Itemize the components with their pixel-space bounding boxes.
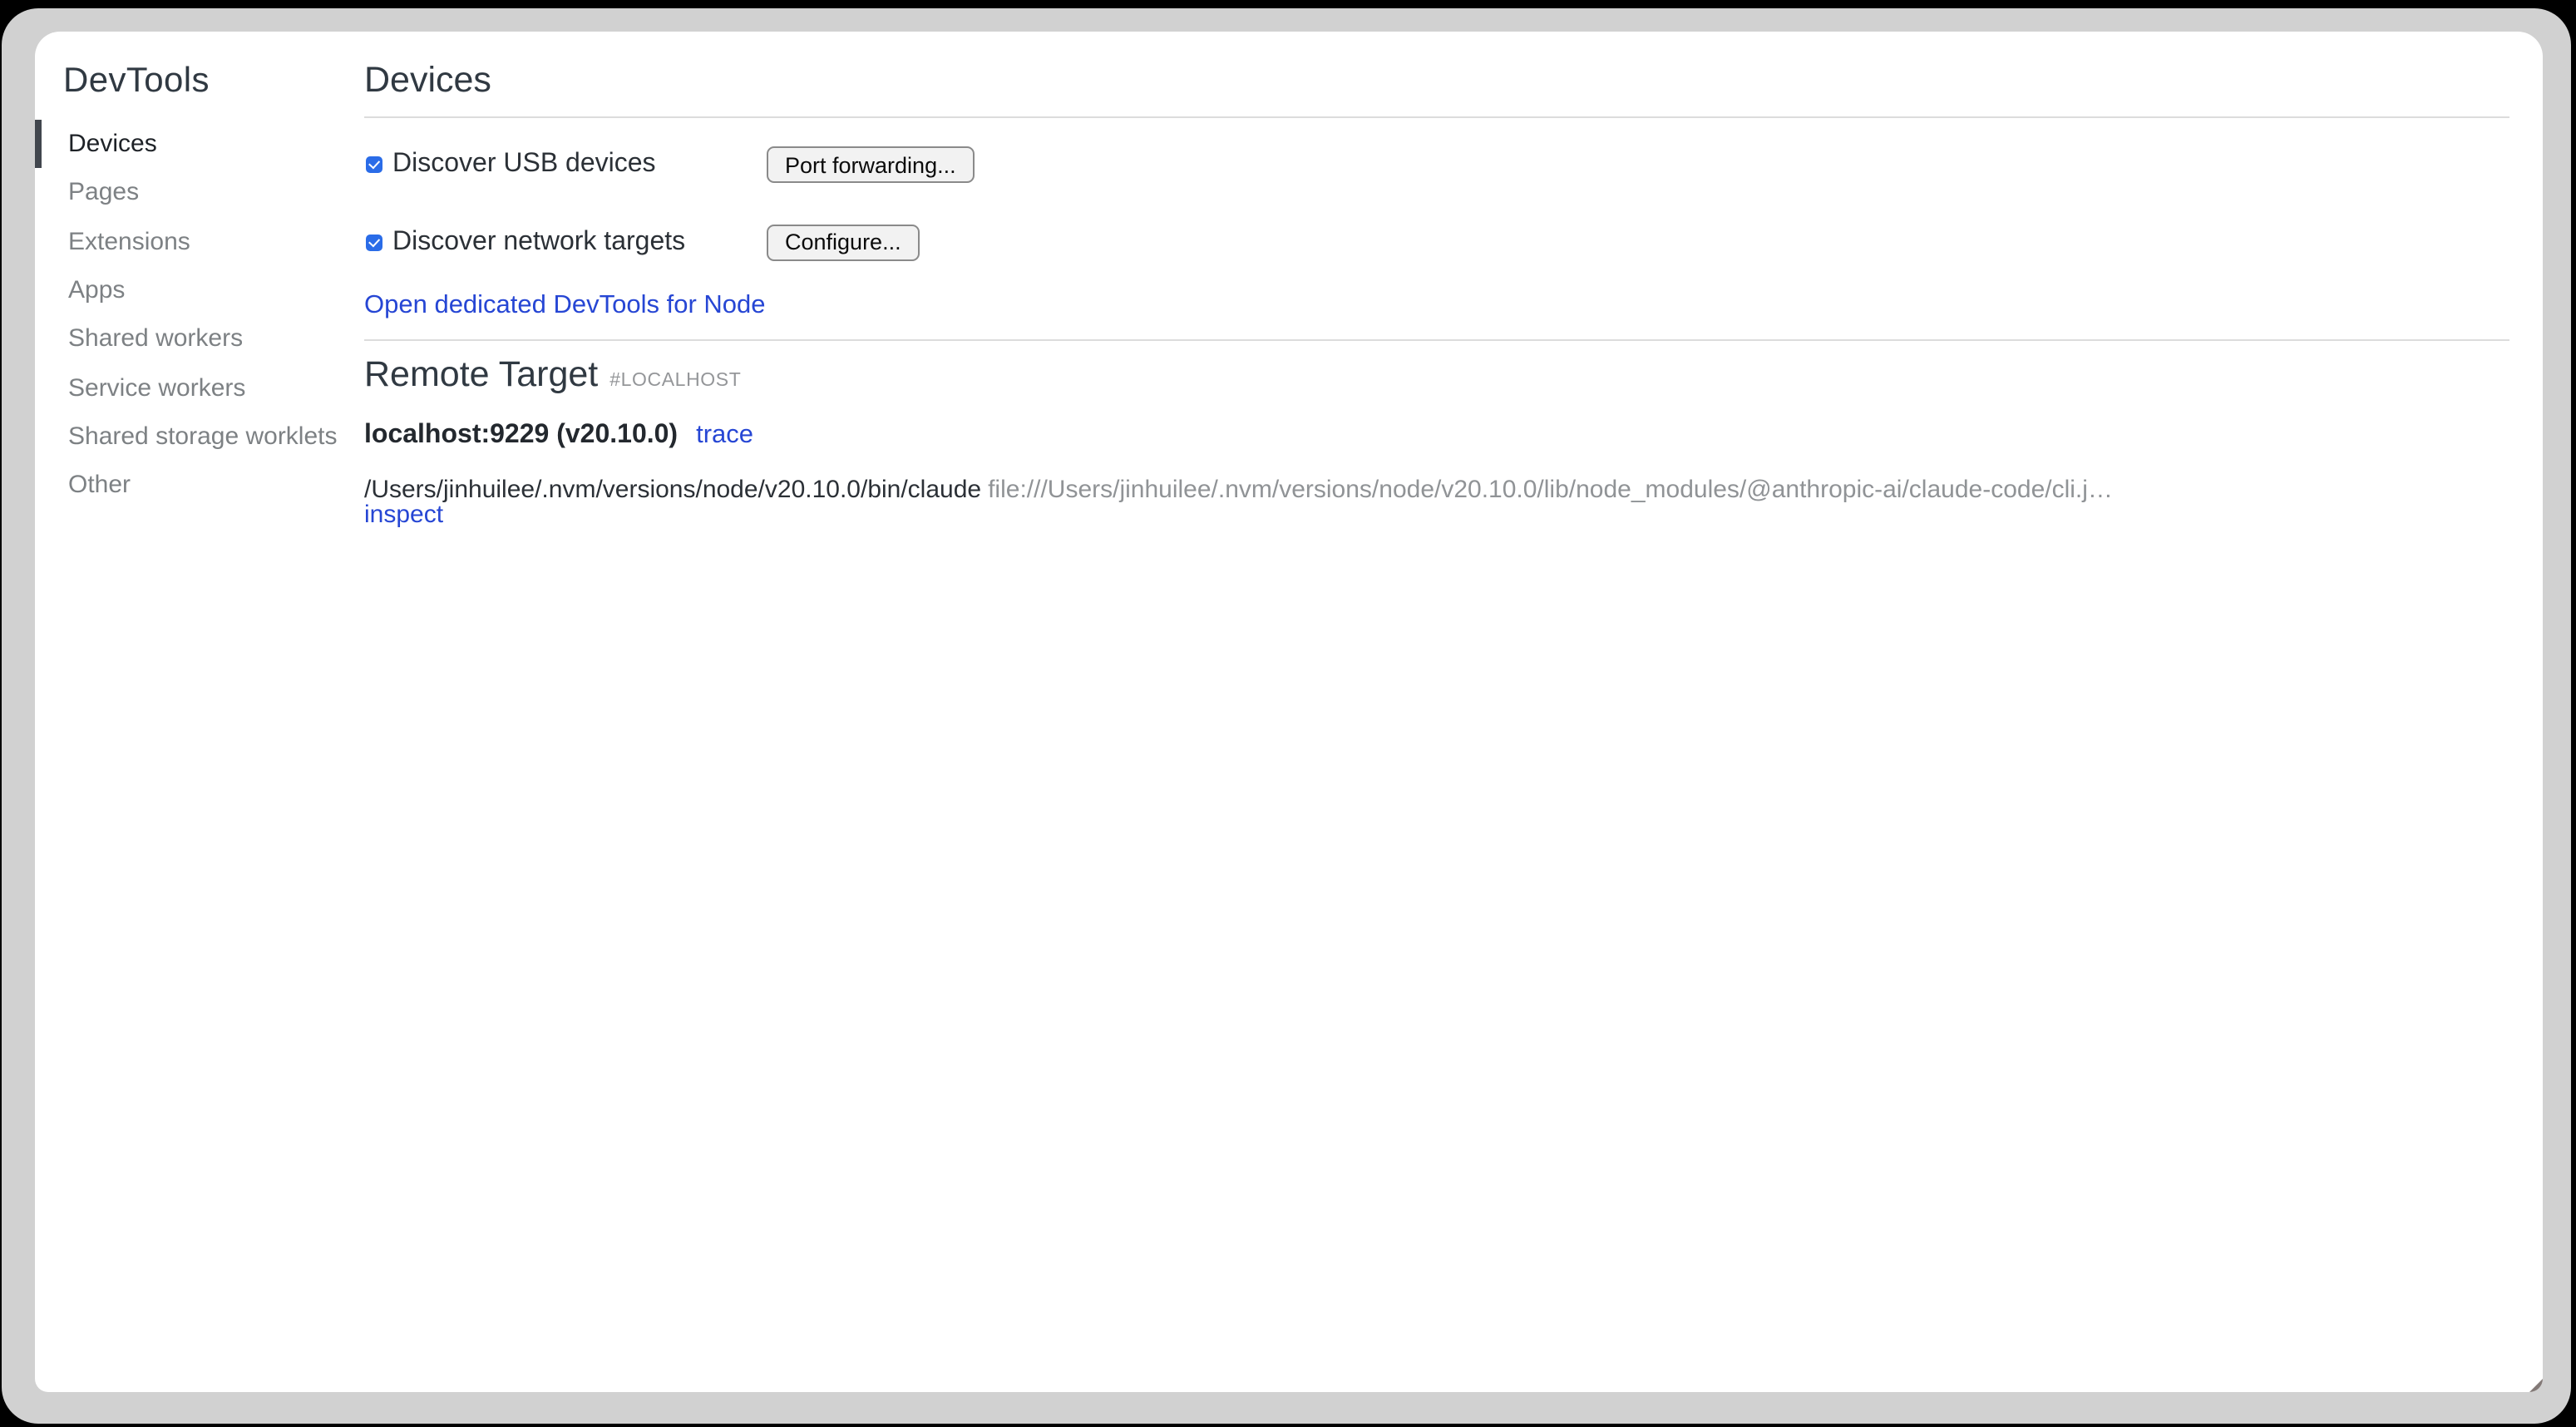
sidebar-item-extensions[interactable]: Extensions bbox=[35, 217, 364, 266]
resize-grip[interactable] bbox=[2529, 1379, 2543, 1392]
sidebar-item-devices[interactable]: Devices bbox=[35, 120, 364, 169]
remote-target-heading: Remote Target #LOCALHOST bbox=[364, 353, 741, 404]
sidebar: DevTools Devices Pages Extensions Apps S… bbox=[35, 32, 364, 1392]
sidebar-item-pages[interactable]: Pages bbox=[35, 169, 364, 218]
discover-network-label[interactable]: Discover network targets bbox=[392, 227, 685, 257]
sidebar-item-shared-workers[interactable]: Shared workers bbox=[35, 315, 364, 364]
page-title: Devices bbox=[364, 58, 491, 103]
sidebar-nav: Devices Pages Extensions Apps Shared wor… bbox=[35, 120, 364, 511]
target-details: /Users/jinhuilee/.nvm/versions/node/v20.… bbox=[364, 476, 2509, 529]
discover-usb-label[interactable]: Discover USB devices bbox=[392, 150, 656, 180]
discover-network-checkbox[interactable] bbox=[366, 234, 382, 250]
devtools-window: DevTools Devices Pages Extensions Apps S… bbox=[35, 32, 2543, 1392]
inspect-link[interactable]: inspect bbox=[364, 501, 443, 530]
app-title: DevTools bbox=[63, 58, 210, 103]
display: DevTools Devices Pages Extensions Apps S… bbox=[0, 0, 2576, 1427]
discover-network-row: Discover network targets Configure... bbox=[364, 224, 2509, 260]
configure-button[interactable]: Configure... bbox=[767, 224, 920, 260]
open-node-devtools-link[interactable]: Open dedicated DevTools for Node bbox=[364, 291, 766, 319]
divider bbox=[364, 116, 2509, 118]
sidebar-item-shared-storage-worklets[interactable]: Shared storage worklets bbox=[35, 412, 364, 462]
sidebar-item-service-workers[interactable]: Service workers bbox=[35, 363, 364, 412]
target-path-line: /Users/jinhuilee/.nvm/versions/node/v20.… bbox=[364, 476, 2509, 503]
remote-target-title: Remote Target bbox=[364, 354, 598, 394]
port-forwarding-button[interactable]: Port forwarding... bbox=[767, 146, 975, 183]
node-devtools-link-row: Open dedicated DevTools for Node bbox=[364, 291, 766, 319]
discover-usb-row: Discover USB devices Port forwarding... bbox=[364, 146, 2509, 183]
divider bbox=[364, 338, 2509, 340]
target-name-row: localhost:9229 (v20.10.0) trace bbox=[364, 421, 753, 451]
trace-link[interactable]: trace bbox=[696, 421, 753, 449]
sidebar-item-apps[interactable]: Apps bbox=[35, 266, 364, 315]
target-name: localhost:9229 (v20.10.0) bbox=[364, 421, 678, 449]
remote-target-tag: #LOCALHOST bbox=[609, 371, 741, 391]
sidebar-item-other[interactable]: Other bbox=[35, 462, 364, 511]
discover-usb-checkbox[interactable] bbox=[366, 156, 382, 173]
process-path: /Users/jinhuilee/.nvm/versions/node/v20.… bbox=[364, 476, 981, 503]
file-url: file:///Users/jinhuilee/.nvm/versions/no… bbox=[988, 476, 2113, 503]
main-content: Devices Discover USB devices Port forwar… bbox=[364, 32, 2509, 1392]
